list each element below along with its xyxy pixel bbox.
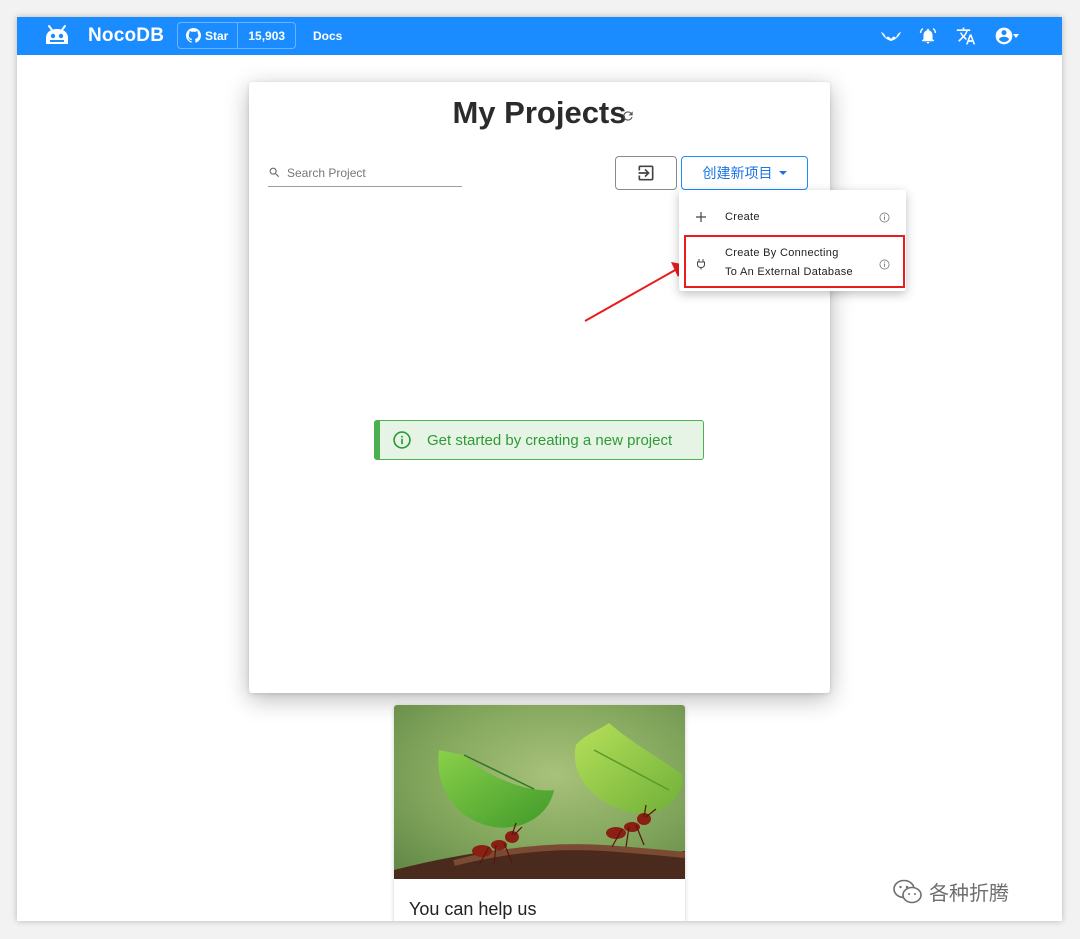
red-highlight-box bbox=[684, 235, 905, 288]
caret-down-icon bbox=[778, 171, 787, 175]
brand-name[interactable]: NocoDB bbox=[88, 25, 164, 47]
menu-item-create[interactable]: Create bbox=[679, 198, 906, 236]
bell-icon[interactable] bbox=[917, 25, 939, 47]
import-icon bbox=[638, 165, 654, 181]
empty-state-text: Get started by creating a new project bbox=[427, 431, 673, 449]
translate-icon[interactable] bbox=[955, 25, 977, 47]
promo-card[interactable]: You can help us bbox=[394, 705, 685, 921]
leafcutter-ants-image bbox=[394, 705, 685, 879]
promo-caption: You can help us bbox=[409, 899, 537, 919]
search-icon bbox=[269, 167, 280, 178]
refresh-icon[interactable] bbox=[621, 109, 635, 123]
bat-icon[interactable] bbox=[880, 25, 902, 47]
watermark: 各种折腾 bbox=[893, 877, 1009, 906]
docs-link[interactable]: Docs bbox=[313, 29, 342, 43]
top-navbar: NocoDB Star 15,903 Docs bbox=[17, 17, 1062, 55]
page-title: My Projects bbox=[452, 95, 627, 130]
info-icon[interactable] bbox=[879, 212, 890, 223]
import-project-button[interactable] bbox=[615, 156, 677, 190]
github-star-count[interactable]: 15,903 bbox=[238, 23, 295, 48]
projects-card: My Projects 创建新项目 Get started by creatin… bbox=[249, 82, 830, 693]
github-star-button[interactable]: Star bbox=[178, 23, 239, 48]
github-star-label: Star bbox=[205, 28, 229, 43]
github-star-widget[interactable]: Star 15,903 bbox=[177, 22, 297, 49]
search-input[interactable] bbox=[287, 165, 447, 180]
watermark-text: 各种折腾 bbox=[929, 881, 1009, 905]
plus-icon bbox=[696, 212, 706, 222]
nocodb-logo-icon[interactable] bbox=[44, 24, 70, 48]
info-icon bbox=[393, 431, 411, 449]
app-window: NocoDB Star 15,903 Docs My Projects Sear… bbox=[17, 17, 1062, 921]
create-button-label: 创建新项目 bbox=[702, 166, 773, 182]
github-icon bbox=[186, 28, 201, 43]
wechat-icon bbox=[893, 879, 922, 903]
search-field[interactable] bbox=[268, 159, 462, 187]
chevron-down-icon[interactable] bbox=[1011, 25, 1021, 47]
empty-state-alert: Get started by creating a new project bbox=[374, 420, 704, 460]
menu-item-create-label: Create bbox=[725, 210, 760, 223]
create-new-project-button[interactable]: 创建新项目 bbox=[681, 156, 808, 190]
